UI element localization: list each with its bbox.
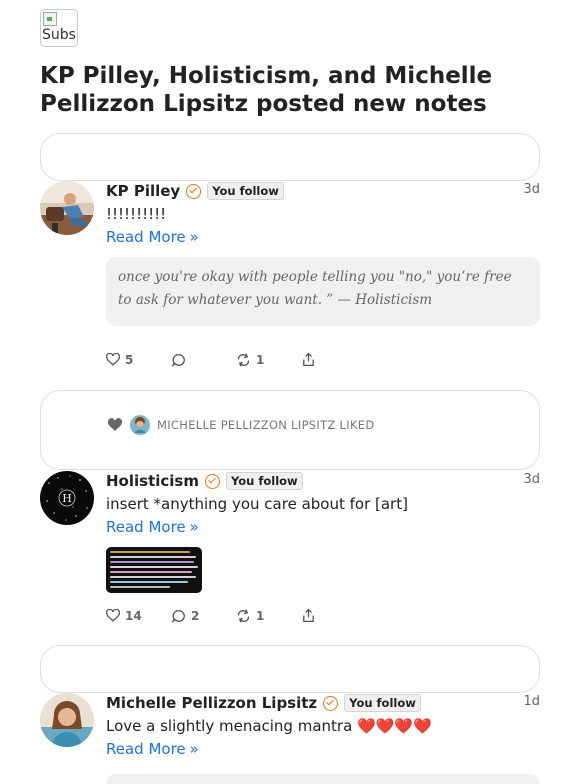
like-count: 14: [125, 608, 142, 623]
double-chevron-right-icon: »: [189, 228, 199, 246]
broken-image-icon: [43, 12, 57, 26]
comment-count: 2: [191, 608, 200, 623]
heart-icon: [106, 353, 120, 366]
liked-by-text: MICHELLE PELLIZZON LIPSITZ LIKED: [157, 418, 375, 432]
quote-block[interactable]: once you're okay with people telling you…: [106, 257, 540, 326]
logo-alt-text: Subs: [42, 27, 76, 43]
note-item[interactable]: Michelle Pellizzon Lipsitz You follow 1d…: [40, 693, 540, 784]
double-chevron-right-icon: »: [189, 740, 199, 758]
note-author[interactable]: Holisticism: [106, 472, 199, 490]
verified-icon: [186, 183, 202, 199]
quote-block-partial: [106, 774, 540, 784]
share-icon: [303, 352, 314, 367]
share-button[interactable]: [302, 352, 315, 367]
liked-by-row[interactable]: MICHELLE PELLIZZON LIPSITZ LIKED: [107, 415, 375, 435]
like-count: 5: [125, 352, 134, 367]
avatar[interactable]: [40, 181, 94, 235]
read-more-link[interactable]: Read More»: [106, 739, 540, 759]
publication-logo[interactable]: Subs: [40, 9, 78, 47]
read-more-link[interactable]: Read More»: [106, 227, 540, 247]
read-more-label: Read More: [106, 740, 186, 758]
note-card-top: [40, 645, 540, 693]
restack-count: 1: [256, 352, 265, 367]
liker-avatar: [130, 415, 150, 435]
note-card-liked: MICHELLE PELLIZZON LIPSITZ LIKED: [40, 390, 540, 470]
note-image-thumbnail[interactable]: [106, 547, 202, 593]
note-timestamp: 3d: [523, 182, 540, 197]
heart-icon: [106, 609, 120, 622]
restack-count: 1: [256, 608, 265, 623]
like-button[interactable]: 14: [106, 609, 172, 623]
share-icon: [303, 608, 314, 623]
note-text: !!!!!!!!!!: [106, 205, 167, 223]
double-chevron-right-icon: »: [189, 518, 199, 536]
verified-icon: [204, 473, 220, 489]
heart-filled-icon: [107, 418, 123, 431]
restack-button[interactable]: 1: [236, 609, 302, 623]
speech-bubble-icon: [172, 353, 185, 367]
restack-arrows-icon: [237, 608, 250, 623]
read-more-label: Read More: [106, 518, 186, 536]
note-card-top: [40, 133, 540, 181]
page-title: KP Pilley, Holisticism, and Michelle Pel…: [40, 63, 493, 117]
speech-bubble-icon: [172, 609, 185, 623]
comment-button[interactable]: 2: [172, 609, 236, 623]
note-timestamp: 1d: [523, 694, 540, 709]
read-more-label: Read More: [106, 228, 186, 246]
avatar[interactable]: [40, 693, 94, 747]
note-timestamp: 3d: [523, 472, 540, 487]
note-text: Love a slightly menacing mantra ❤️❤️❤️❤️: [106, 717, 432, 735]
note-text: insert *anything you care about for [art…: [106, 495, 408, 513]
share-button[interactable]: [302, 608, 315, 623]
note-item[interactable]: KP Pilley You follow 3d !!!!!!!!!! Read …: [40, 181, 540, 381]
svg-text:H: H: [62, 492, 72, 505]
avatar[interactable]: H: [40, 471, 94, 525]
read-more-link[interactable]: Read More»: [106, 517, 540, 537]
follow-badge[interactable]: You follow: [207, 182, 284, 200]
like-button[interactable]: 5: [106, 353, 172, 367]
verified-icon: [323, 695, 339, 711]
follow-badge[interactable]: You follow: [344, 694, 421, 712]
note-author[interactable]: KP Pilley: [106, 182, 180, 200]
note-item[interactable]: H Holisticism You follow 3d insert *anyt…: [40, 471, 540, 631]
restack-arrows-icon: [237, 352, 250, 367]
comment-button[interactable]: [172, 353, 236, 367]
restack-button[interactable]: 1: [236, 353, 302, 367]
note-author[interactable]: Michelle Pellizzon Lipsitz: [106, 694, 317, 712]
follow-badge[interactable]: You follow: [225, 472, 303, 490]
